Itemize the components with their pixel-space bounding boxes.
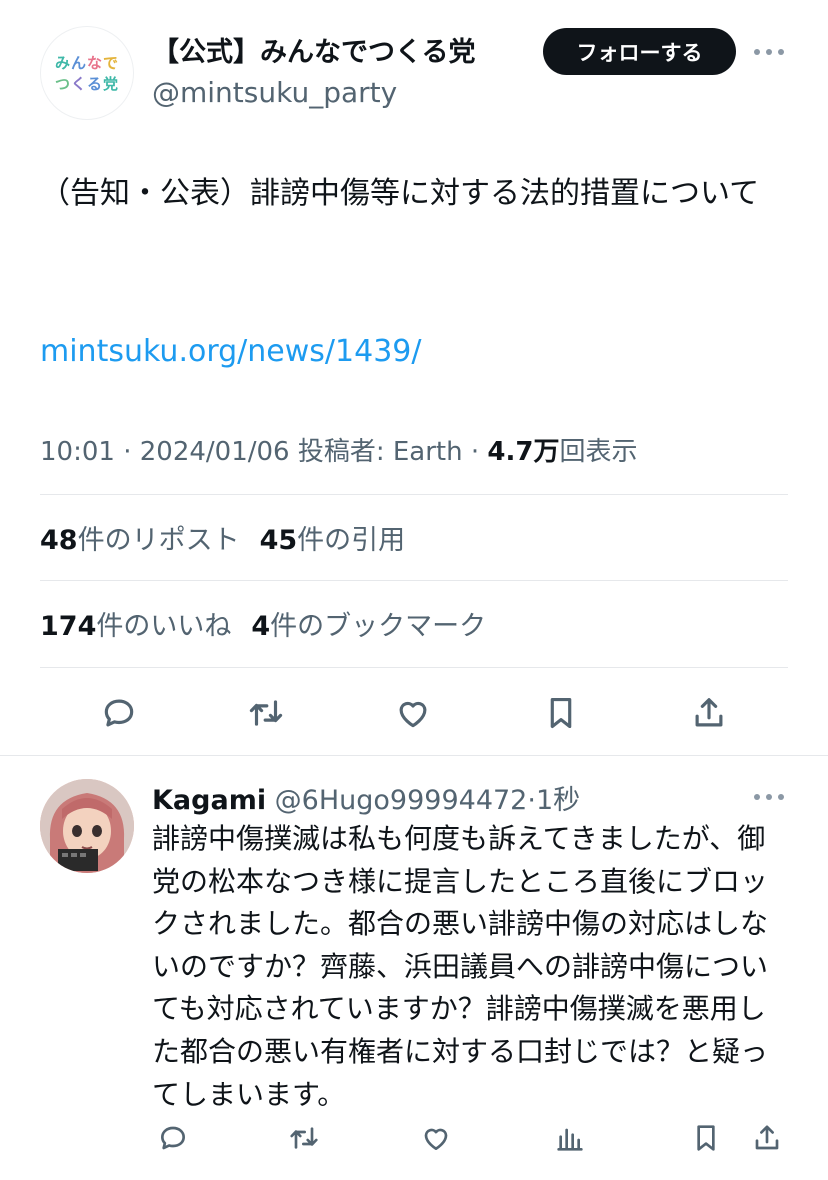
tweet-text: （告知・公表）誹謗中傷等に対する法的措置について: [40, 176, 760, 211]
quotes-stat[interactable]: 45件の引用: [260, 525, 406, 556]
reply-text: 誹謗中傷撲滅は私も何度も訴えてきましたが、御党の松本なつき様に提言したところ直後…: [152, 822, 769, 1111]
reposts-count: 48: [40, 525, 78, 556]
likes-label: 件のいいね: [96, 611, 232, 642]
stats-row-likes: 174件のいいね 4件のブックマーク: [40, 604, 486, 643]
tweet-date[interactable]: 2024/01/06: [140, 437, 290, 467]
meta-separator: ·: [470, 437, 480, 467]
reposts-stat[interactable]: 48件のリポスト: [40, 525, 240, 556]
repost-icon[interactable]: [244, 691, 288, 735]
divider: [40, 494, 788, 495]
divider: [0, 755, 828, 756]
reply-share-icon[interactable]: [745, 1116, 789, 1160]
reply-separator: ·: [527, 785, 536, 816]
reply-author-name[interactable]: Kagami: [152, 785, 266, 816]
bookmarks-stat[interactable]: 4件のブックマーク: [251, 611, 486, 642]
more-options-icon[interactable]: [752, 40, 786, 64]
reply-time[interactable]: 1秒: [536, 785, 580, 816]
reply-icon[interactable]: [97, 691, 141, 735]
divider: [40, 580, 788, 581]
reply-like-icon[interactable]: [414, 1116, 458, 1160]
reply-more-options-icon[interactable]: [752, 790, 786, 804]
share-icon[interactable]: [687, 691, 731, 735]
account-handle[interactable]: @mintsuku_party: [152, 76, 397, 109]
quotes-label: 件の引用: [297, 525, 406, 556]
reply-bookmark-icon[interactable]: [684, 1116, 728, 1160]
account-avatar[interactable]: みんなで つくる党: [40, 26, 134, 120]
logo-text-line2: つくる党: [54, 75, 120, 93]
reply-reply-icon[interactable]: [151, 1116, 195, 1160]
reply-repost-icon[interactable]: [282, 1116, 326, 1160]
reply-analytics-icon[interactable]: [548, 1116, 592, 1160]
follow-button[interactable]: フォローする: [543, 28, 736, 75]
bookmark-icon[interactable]: [539, 691, 583, 735]
quotes-count: 45: [259, 525, 298, 556]
views-count: 4.7万: [487, 437, 560, 467]
stats-row-reposts: 48件のリポスト 45件の引用: [40, 518, 405, 557]
likes-count: 174: [40, 611, 97, 642]
tweet-time[interactable]: 10:01: [40, 437, 115, 467]
bookmarks-count: 4: [251, 611, 271, 642]
divider: [40, 667, 788, 668]
meta-separator: ·: [123, 437, 132, 467]
reply-avatar[interactable]: [40, 779, 134, 873]
logo-text-line1: みんなで: [54, 54, 120, 72]
like-icon[interactable]: [391, 691, 435, 735]
reply-author-handle[interactable]: @6Hugo99994472: [275, 785, 528, 816]
reply-header: Kagami @6Hugo99994472·1秒: [152, 778, 580, 817]
likes-stat[interactable]: 174件のいいね: [40, 611, 231, 642]
tweet-meta: 10:01 · 2024/01/06 投稿者: Earth · 4.7万回表示: [40, 431, 637, 468]
display-name[interactable]: 【公式】みんなでつくる党: [152, 30, 475, 69]
tweet-link[interactable]: mintsuku.org/news/1439/: [40, 334, 422, 369]
posted-by: 投稿者: Earth: [297, 437, 463, 467]
bookmarks-label: 件のブックマーク: [270, 611, 487, 642]
reposts-label: 件のリポスト: [77, 525, 240, 556]
views-label: 回表示: [559, 437, 638, 467]
